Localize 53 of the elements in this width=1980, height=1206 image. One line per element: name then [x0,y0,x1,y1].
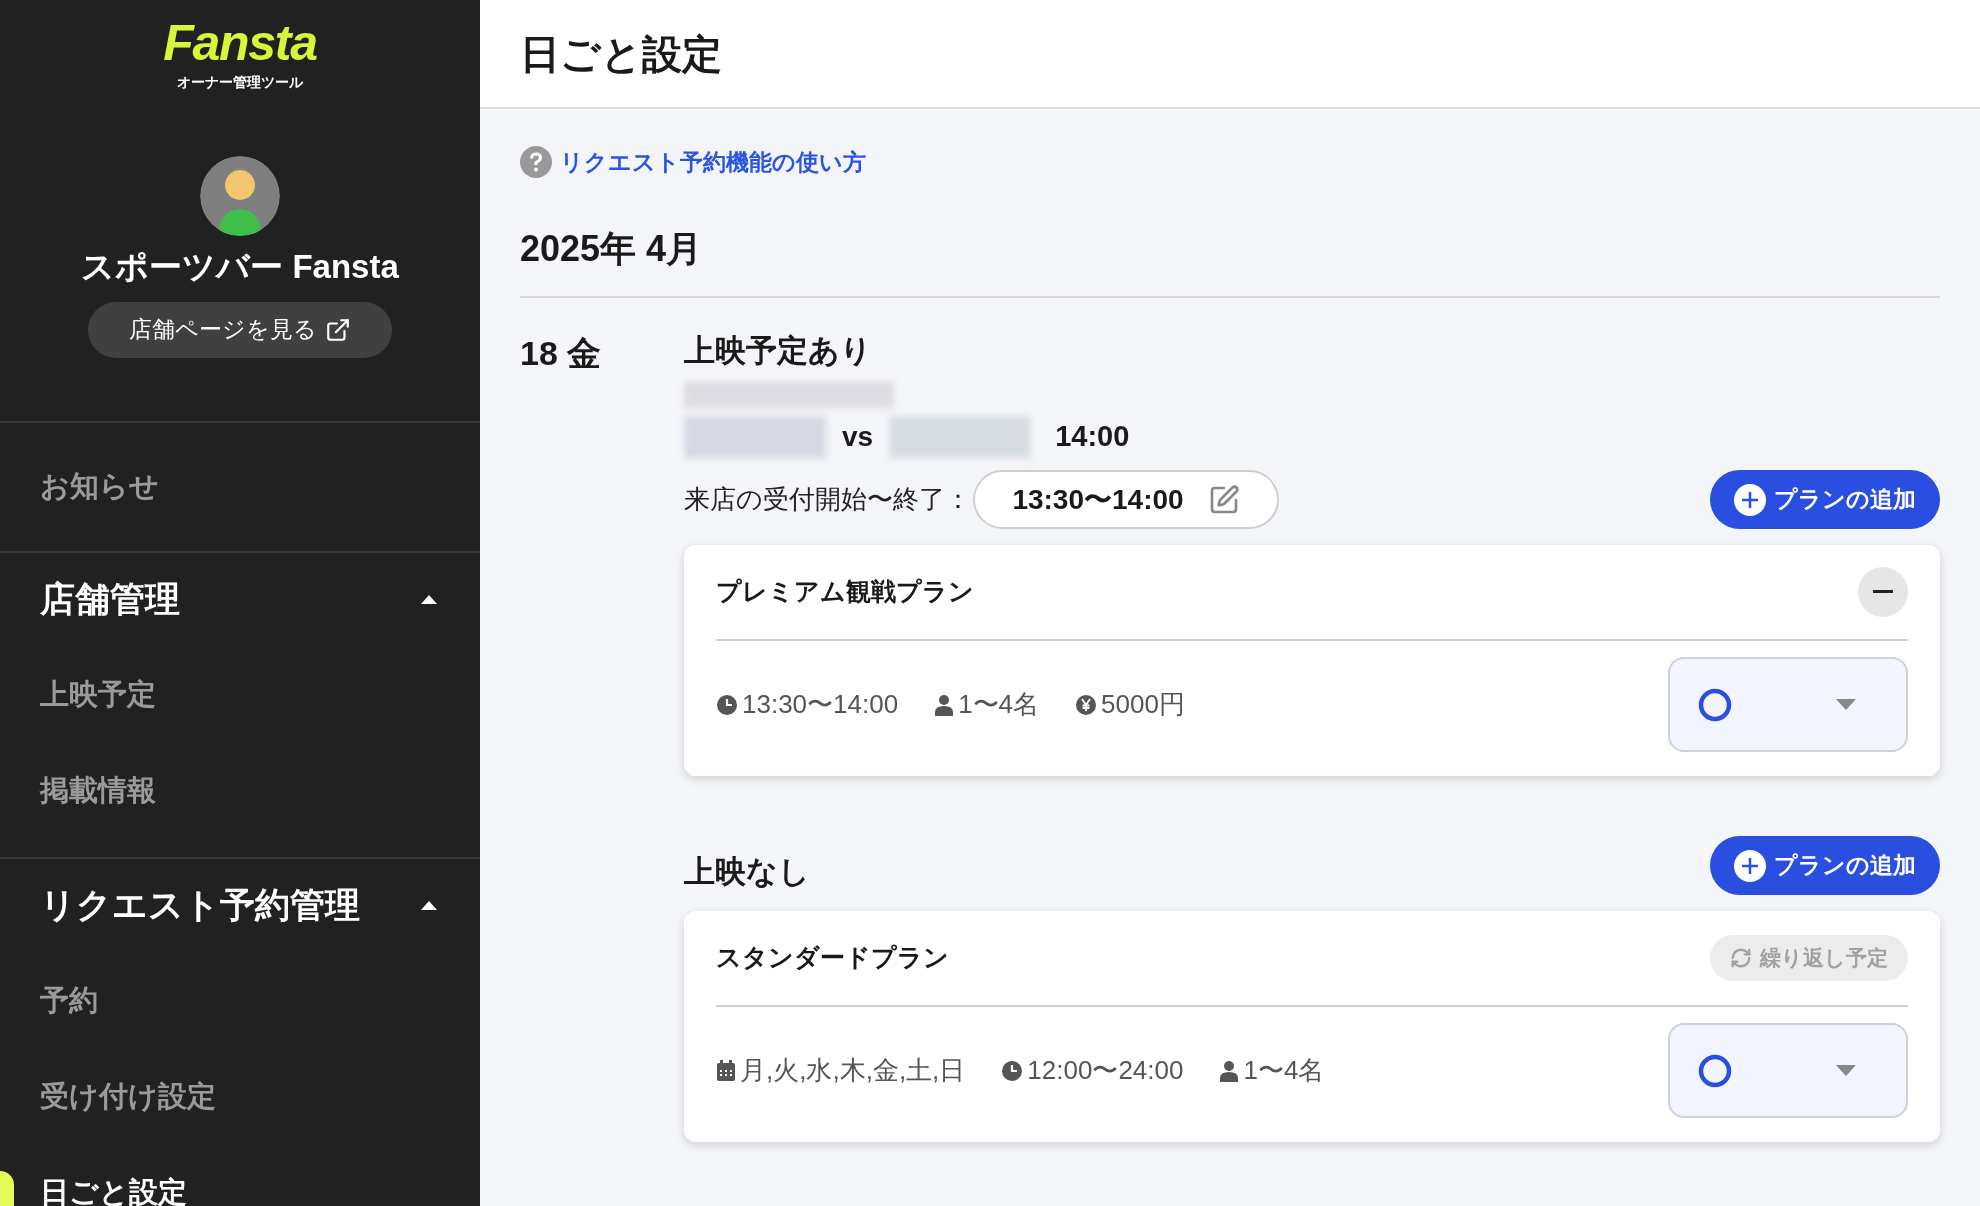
clock-icon [716,693,738,716]
month-heading: 2025年 4月 [520,226,704,271]
collapse-arrow-icon [420,594,438,605]
add-plan-button[interactable]: プランの追加 [1710,836,1940,895]
nav-item[interactable]: お知らせ [40,464,159,509]
add-plan-button[interactable]: プランの追加 [1710,470,1940,529]
circle-mark-icon [1698,1053,1732,1088]
nav-group-header[interactable]: 店舗管理 [0,552,480,647]
help-link[interactable]: リクエスト予約機能の使い方 [520,145,1940,180]
nav-item[interactable]: 日ごと設定 [40,1170,187,1206]
person-icon [934,693,955,716]
plus-icon [1734,483,1766,516]
plan-detail: 12:00〜24:00 [1027,1054,1184,1087]
help-icon [520,146,552,179]
circle-mark-icon [1698,687,1732,722]
match-time: 14:00 [1055,419,1130,455]
reception-time-field[interactable]: 13:30〜14:00 [973,470,1279,529]
clock-icon [1001,1059,1024,1082]
status-select[interactable] [1668,1023,1908,1118]
day-label: 18 金 [520,333,602,372]
collapse-button[interactable] [1858,567,1908,617]
refresh-icon [1730,947,1752,969]
nav-item[interactable]: 受け付け設定 [40,1074,216,1119]
page-title: 日ごと設定 [520,30,722,78]
plan-detail: 1〜4名 [958,688,1040,721]
plan-detail: 1〜4名 [1243,1054,1325,1087]
section-heading: 上映予定あり [684,332,872,368]
external-link-icon [325,316,351,343]
minus-icon [1873,590,1893,594]
calendar-icon [716,1059,736,1082]
plan-detail: 月,火,水,木,金,土,日 [740,1054,966,1087]
plan-name: スタンダードプラン [716,942,949,974]
person-icon [1219,1059,1240,1082]
plan-detail: 5000円 [1101,688,1185,721]
plan-detail: 13:30〜14:00 [742,688,899,721]
nav-item[interactable]: 上映予定 [40,672,156,717]
collapse-arrow-icon [420,900,438,911]
section-heading: 上映なし [684,852,810,891]
yen-icon [1075,693,1098,716]
plus-icon [1734,849,1766,882]
view-store-page-button[interactable]: 店舗ページを見る [88,301,392,358]
store-name: スポーツバー Fansta [81,247,399,287]
logo: Fansta [163,18,317,68]
plan-name: プレミアム観戦プラン [716,576,974,608]
logo-subtitle: オーナー管理ツール [177,73,303,92]
dropdown-caret-icon [1836,1065,1856,1076]
nav-item[interactable]: 予約 [40,978,98,1023]
versus-label: vs [842,420,874,454]
dropdown-caret-icon [1836,699,1856,710]
nav-item[interactable]: 掲載情報 [40,768,156,813]
reception-label: 来店の受付開始〜終了： [684,483,971,516]
status-select[interactable] [1668,657,1908,752]
nav-group-header[interactable]: リクエスト予約管理 [0,858,480,953]
